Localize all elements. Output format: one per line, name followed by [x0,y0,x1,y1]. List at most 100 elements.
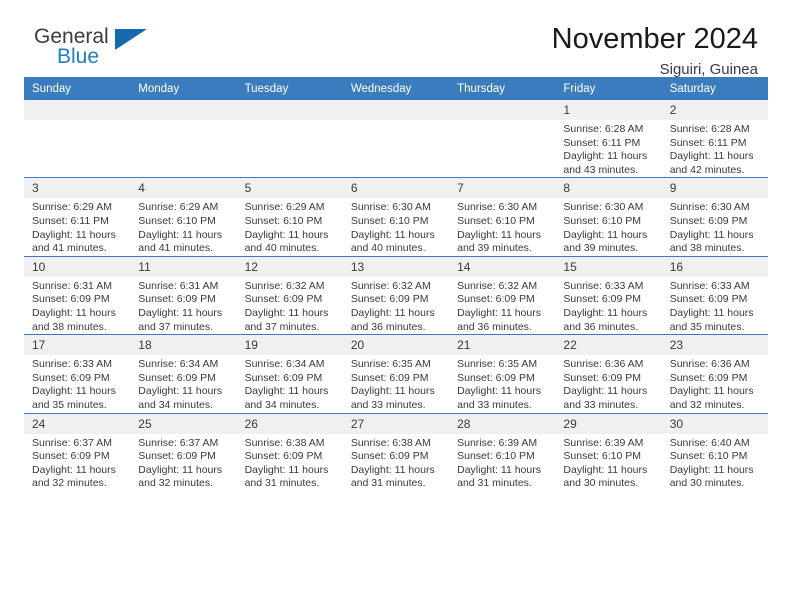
sunset-text: Sunset: 6:10 PM [244,214,323,227]
daylight-text: Daylight: 11 hours and 40 minutes. [350,228,435,255]
calendar-day-cell[interactable]: 23 Sunrise: 6:36 AM Sunset: 6:09 PM Dayligh… [661,334,768,413]
sunrise-text: Sunrise: 6:30 AM [669,201,750,214]
calendar-day-cell[interactable]: 2 Sunrise: 6:28 AM Sunset: 6:11 PM Daylight… [661,100,768,178]
daylight-text: Daylight: 11 hours and 33 minutes. [457,385,541,411]
day-number [130,100,237,120]
calendar-day-cell[interactable]: 4 Sunrise: 6:29 AM Sunset: 6:10 PM Daylight… [130,177,237,257]
day-details: Sunrise: 6:40 AM Sunset: 6:10 PM Daylight:… [662,434,768,491]
day-number: 23 [661,335,768,356]
sunset-text: Sunset: 6:09 PM [457,293,535,306]
daylight-text: Daylight: 11 hours and 39 minutes. [563,228,648,255]
sunrise-text: Sunrise: 6:34 AM [138,358,219,371]
daylight-text: Daylight: 11 hours and 38 minutes. [669,228,754,255]
day-details: Sunrise: 6:32 AM Sunset: 6:09 PM Daylight:… [449,277,555,334]
day-details: Sunrise: 6:38 AM Sunset: 6:09 PM Daylight:… [343,434,449,491]
calendar-day-cell[interactable]: 12 Sunrise: 6:32 AM Sunset: 6:09 PM Dayligh… [236,255,343,335]
calendar-week-row: 24 Sunrise: 6:37 AM Sunset: 6:09 PM Dayligh… [24,412,768,491]
sunrise-text: Sunrise: 6:32 AM [457,279,538,292]
calendar-day-cell[interactable]: 16 Sunrise: 6:33 AM Sunset: 6:09 PM Dayligh… [661,255,768,335]
calendar-day-cell[interactable]: 18 Sunrise: 6:34 AM Sunset: 6:09 PM Dayligh… [130,334,237,413]
sunset-text: Sunset: 6:09 PM [350,293,429,306]
calendar-day-cell[interactable]: 29 Sunrise: 6:39 AM Sunset: 6:10 PM Dayligh… [555,412,662,491]
calendar-day-cell[interactable]: 26 Sunrise: 6:38 AM Sunset: 6:09 PM Dayligh… [236,412,343,491]
daylight-text: Daylight: 11 hours and 40 minutes. [244,228,329,255]
calendar-day-cell[interactable]: 10 Sunrise: 6:31 AM Sunset: 6:09 PM Dayligh… [24,255,131,335]
sunrise-text: Sunrise: 6:39 AM [563,436,644,449]
calendar-day-cell[interactable]: 11 Sunrise: 6:31 AM Sunset: 6:09 PM Dayligh… [130,255,237,335]
daylight-text: Daylight: 11 hours and 38 minutes. [32,306,116,333]
day-number [449,100,556,120]
sunset-text: Sunset: 6:10 PM [563,450,642,463]
day-details: Sunrise: 6:28 AM Sunset: 6:11 PM Daylight:… [555,120,661,177]
sunrise-text: Sunrise: 6:28 AM [563,123,644,135]
day-number: 21 [449,335,556,356]
sunrise-text: Sunrise: 6:33 AM [669,279,750,292]
weekday-header-tuesday: Tuesday [236,77,343,100]
day-details: Sunrise: 6:30 AM Sunset: 6:10 PM Daylight:… [555,198,661,255]
weekday-header-thursday: Thursday [449,77,556,100]
brand-logo[interactable]: General Blue [34,26,164,72]
sunrise-text: Sunrise: 6:29 AM [32,201,112,214]
day-details: Sunrise: 6:36 AM Sunset: 6:09 PM Daylight:… [662,355,768,412]
daylight-text: Daylight: 11 hours and 32 minutes. [138,463,223,490]
weekday-header-row: Sunday Monday Tuesday Wednesday Thursday Frid… [24,77,768,100]
sunset-text: Sunset: 6:10 PM [350,214,429,227]
sunrise-text: Sunrise: 6:35 AM [350,358,431,371]
day-number: 11 [130,256,237,277]
sunset-text: Sunset: 6:09 PM [563,293,642,306]
daylight-text: Daylight: 11 hours and 43 minutes. [563,150,648,176]
day-details: Sunrise: 6:31 AM Sunset: 6:09 PM Daylight:… [24,277,130,334]
day-details: Sunrise: 6:28 AM Sunset: 6:11 PM Daylight:… [662,120,768,177]
calendar-day-cell[interactable]: 1 Sunrise: 6:28 AM Sunset: 6:11 PM Daylight… [555,100,662,178]
calendar-day-cell[interactable]: 22 Sunrise: 6:36 AM Sunset: 6:09 PM Dayligh… [555,334,662,413]
day-details: Sunrise: 6:33 AM Sunset: 6:09 PM Daylight:… [24,355,130,412]
calendar-day-cell[interactable]: 30 Sunrise: 6:40 AM Sunset: 6:10 PM Dayligh… [661,412,768,491]
calendar-day-cell-empty [236,100,343,178]
calendar-day-cell[interactable]: 9 Sunrise: 6:30 AM Sunset: 6:09 PM Daylight… [661,177,768,257]
calendar-day-cell[interactable]: 28 Sunrise: 6:39 AM Sunset: 6:10 PM Dayligh… [449,412,556,491]
calendar-day-cell[interactable]: 3 Sunrise: 6:29 AM Sunset: 6:11 PM Daylight… [24,177,131,257]
calendar-day-cell[interactable]: 7 Sunrise: 6:30 AM Sunset: 6:10 PM Daylight… [449,177,556,257]
day-details: Sunrise: 6:34 AM Sunset: 6:09 PM Daylight:… [130,355,236,412]
day-number: 19 [236,335,343,356]
calendar-day-cell[interactable]: 5 Sunrise: 6:29 AM Sunset: 6:10 PM Daylight… [236,177,343,257]
day-details: Sunrise: 6:34 AM Sunset: 6:09 PM Daylight:… [237,355,343,412]
weekday-header-saturday: Saturday [661,77,768,100]
sunrise-text: Sunrise: 6:36 AM [563,358,644,371]
calendar-day-cell[interactable]: 13 Sunrise: 6:32 AM Sunset: 6:09 PM Dayligh… [342,255,450,335]
calendar-day-cell[interactable]: 6 Sunrise: 6:30 AM Sunset: 6:10 PM Daylight… [342,177,450,257]
calendar-day-cell[interactable]: 25 Sunrise: 6:37 AM Sunset: 6:09 PM Dayligh… [130,412,237,491]
calendar-container: Sunday Monday Tuesday Wednesday Thursday Frid… [24,77,768,491]
triangle-flag-icon [115,29,147,50]
calendar-day-cell[interactable]: 27 Sunrise: 6:38 AM Sunset: 6:09 PM Dayligh… [342,412,450,491]
sunrise-text: Sunrise: 6:29 AM [244,201,325,214]
sunset-text: Sunset: 6:09 PM [244,293,323,306]
daylight-text: Daylight: 11 hours and 37 minutes. [244,306,329,333]
calendar-day-cell[interactable]: 8 Sunrise: 6:30 AM Sunset: 6:10 PM Daylight… [555,177,662,257]
day-number: 14 [449,256,556,277]
sunset-text: Sunset: 6:10 PM [669,450,748,463]
day-number: 16 [661,256,768,277]
calendar-day-cell[interactable]: 21 Sunrise: 6:35 AM Sunset: 6:09 PM Dayligh… [449,334,556,413]
calendar-day-cell[interactable]: 15 Sunrise: 6:33 AM Sunset: 6:09 PM Dayligh… [555,255,662,335]
sunset-text: Sunset: 6:09 PM [138,371,216,384]
day-number: 15 [555,256,662,277]
calendar-day-cell[interactable]: 20 Sunrise: 6:35 AM Sunset: 6:09 PM Dayligh… [342,334,450,413]
sunset-text: Sunset: 6:09 PM [457,371,535,384]
day-number: 28 [449,413,556,434]
calendar-day-cell[interactable]: 24 Sunrise: 6:37 AM Sunset: 6:09 PM Dayligh… [24,412,131,491]
sunset-text: Sunset: 6:10 PM [138,214,216,227]
day-details: Sunrise: 6:37 AM Sunset: 6:09 PM Daylight:… [24,434,130,491]
day-number: 13 [342,256,450,277]
daylight-text: Daylight: 11 hours and 33 minutes. [350,385,435,411]
day-number: 27 [342,413,450,434]
calendar-day-cell[interactable]: 19 Sunrise: 6:34 AM Sunset: 6:09 PM Dayligh… [236,334,343,413]
day-number [236,100,343,120]
sunrise-text: Sunrise: 6:40 AM [669,436,750,449]
calendar-day-cell[interactable]: 17 Sunrise: 6:33 AM Sunset: 6:09 PM Dayligh… [24,334,131,413]
calendar-table: Sunday Monday Tuesday Wednesday Thursday Frid… [24,77,768,491]
calendar-head: Sunday Monday Tuesday Wednesday Thursday Frid… [24,77,768,100]
sunset-text: Sunset: 6:09 PM [669,371,748,384]
daylight-text: Daylight: 11 hours and 35 minutes. [669,306,754,333]
calendar-day-cell[interactable]: 14 Sunrise: 6:32 AM Sunset: 6:09 PM Dayligh… [449,255,556,335]
